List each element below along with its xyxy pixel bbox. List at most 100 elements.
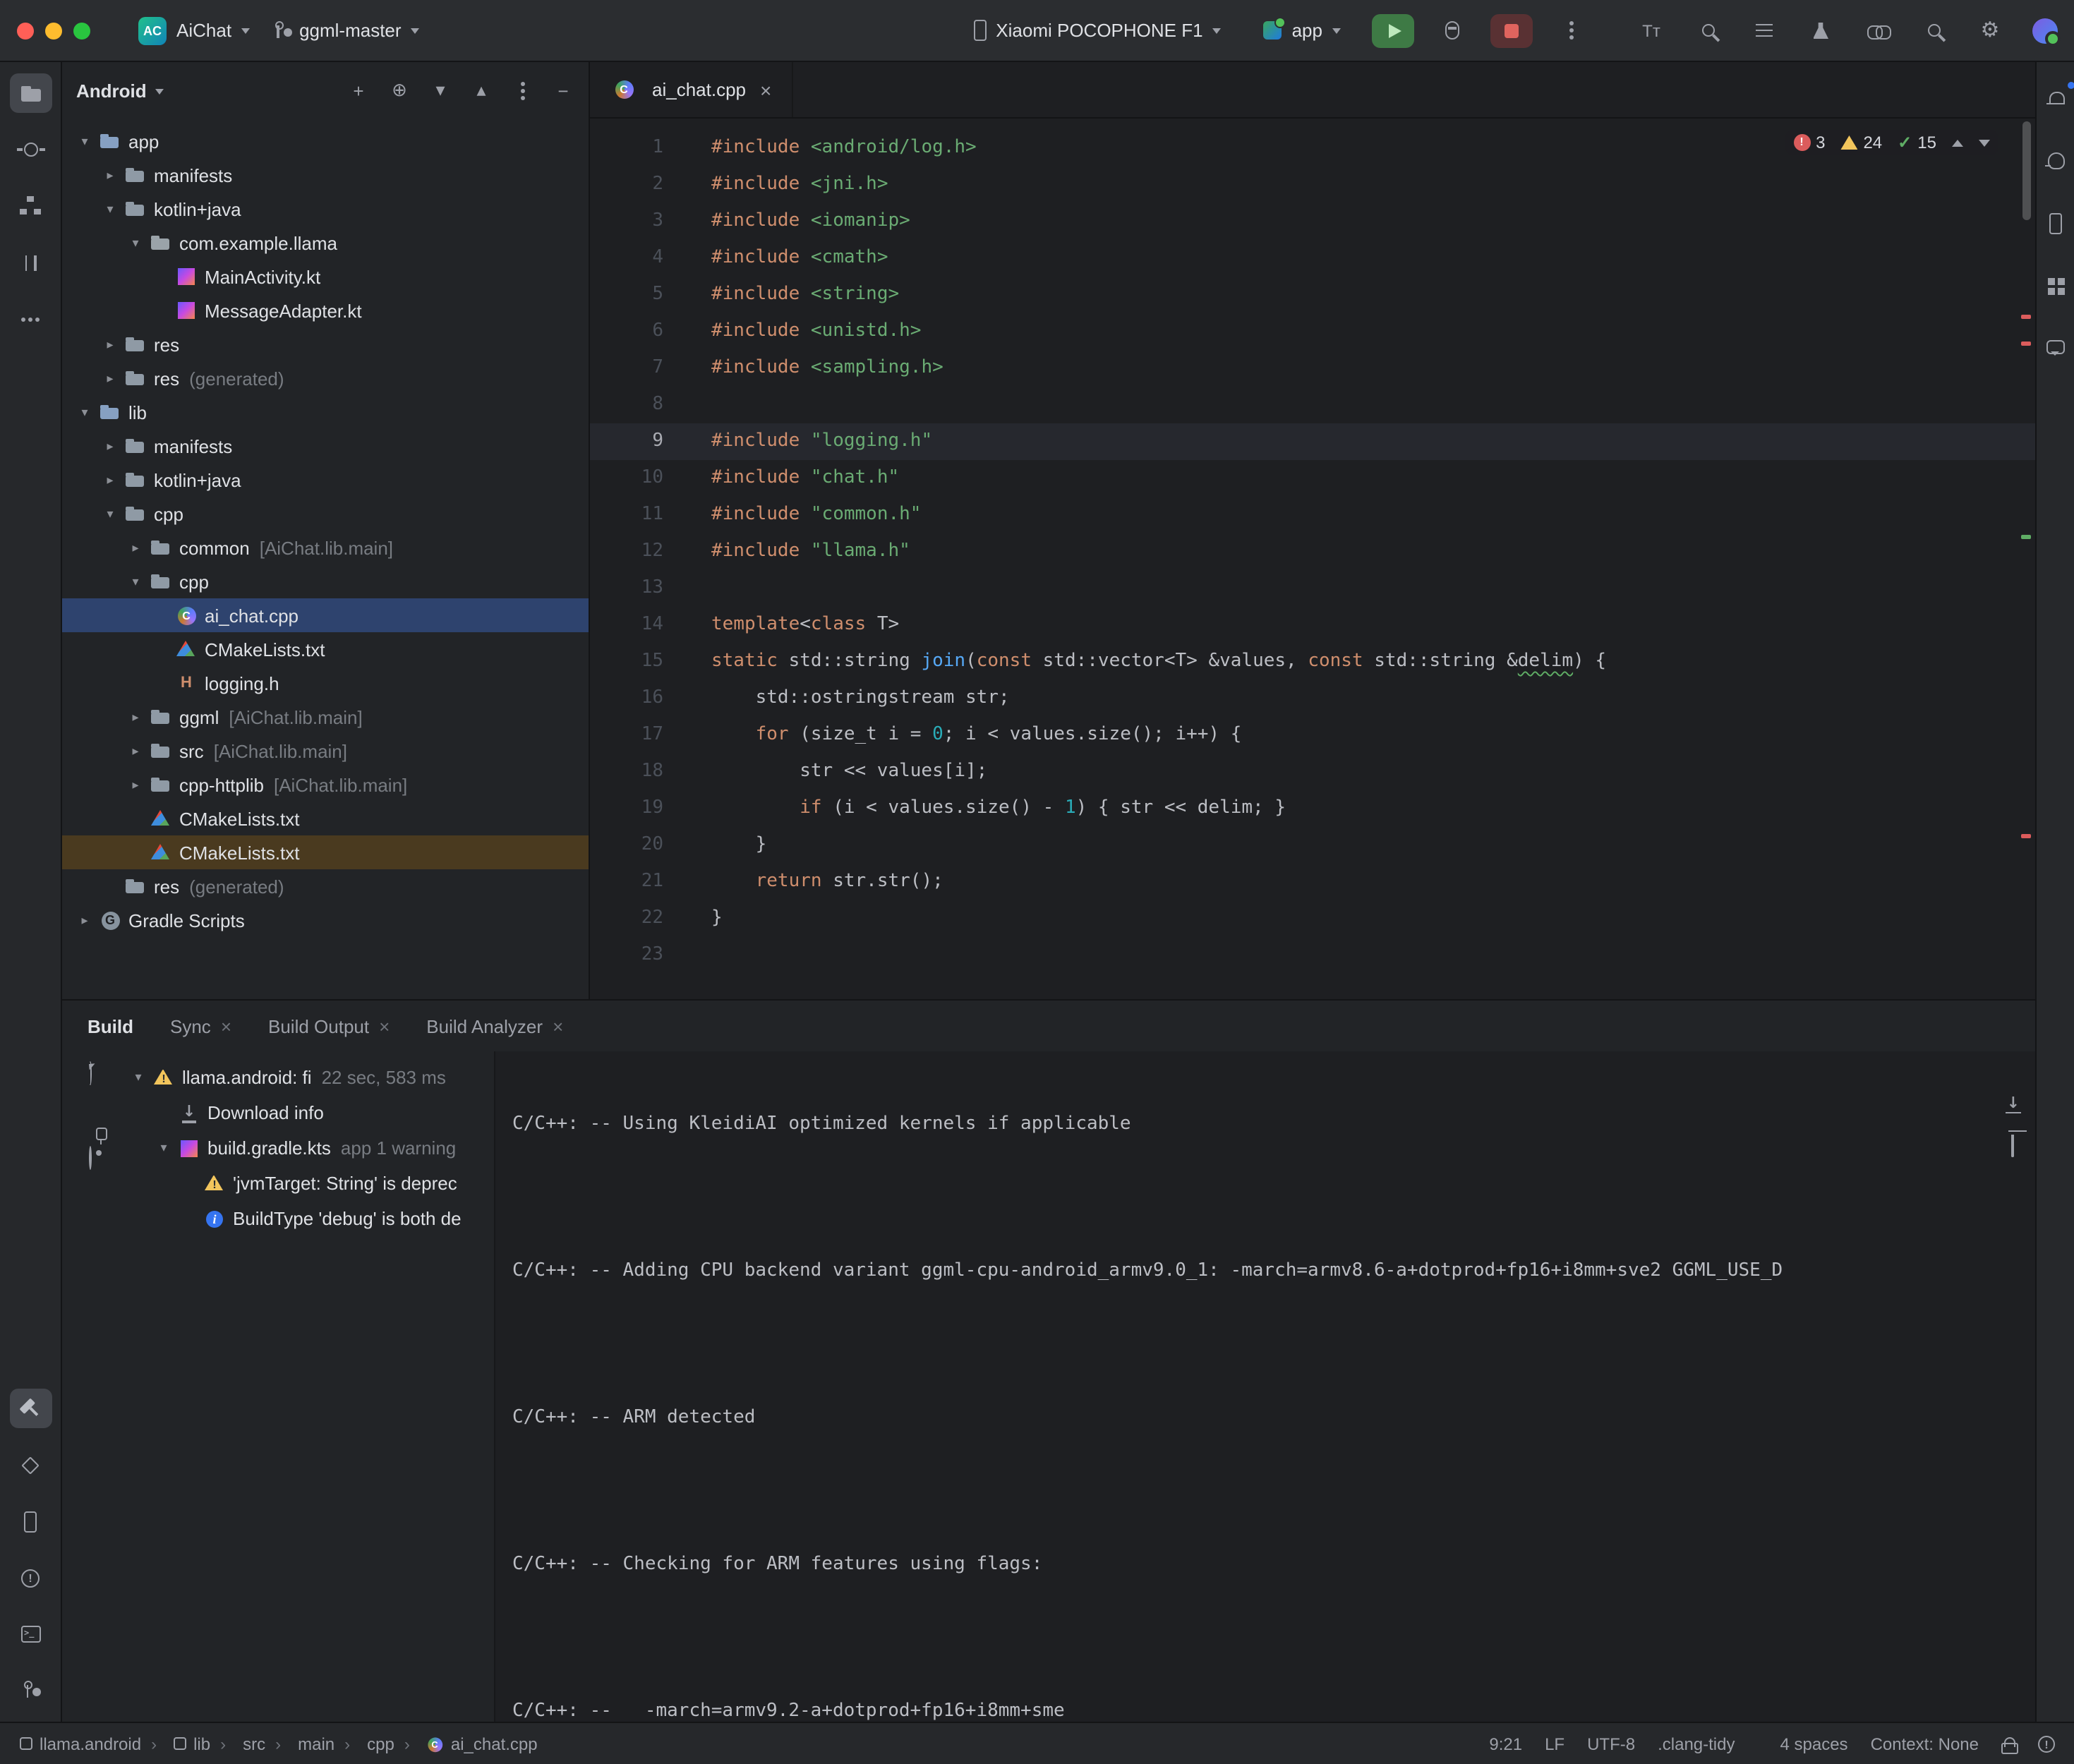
project-tree-item[interactable]: lib [62,395,589,429]
locate-file-button[interactable]: ⊕ [388,79,411,102]
editor-tab[interactable]: ai_chat.cpp × [590,62,792,117]
zoom-window-button[interactable] [73,22,90,39]
build-tree-item[interactable]: Download info [119,1095,494,1130]
close-tab-icon[interactable]: × [221,1015,231,1037]
tree-chevron-icon[interactable] [99,201,121,217]
scrollbar-error-mark[interactable] [2021,315,2031,319]
project-tree-item[interactable]: manifests [62,429,589,463]
line-number-gutter[interactable]: 16 [590,680,663,717]
project-tree-item[interactable]: res [62,327,589,361]
line-number-gutter[interactable]: 18 [590,754,663,790]
build-tab[interactable]: Sync × [170,1015,231,1037]
caret-position-widget[interactable]: 9:21 [1489,1734,1522,1753]
project-tree-item[interactable]: CMakeLists.txt [62,802,589,835]
line-number-gutter[interactable]: 6 [590,313,663,350]
device-manager-tool-button[interactable] [2034,203,2074,243]
line-number-gutter[interactable]: 7 [590,350,663,387]
context-widget[interactable]: Context: None [1871,1734,1979,1753]
tree-chevron-icon[interactable] [127,1070,150,1085]
run-button[interactable] [1372,13,1414,47]
tree-chevron-icon[interactable] [124,777,147,792]
tree-chevron-icon[interactable] [99,438,121,454]
line-number-gutter[interactable]: 11 [590,497,663,533]
line-number-gutter[interactable]: 17 [590,717,663,754]
run-configuration-selector[interactable]: app [1253,11,1352,50]
line-number-gutter[interactable]: 13 [590,570,663,607]
line-number-gutter[interactable]: 14 [590,607,663,644]
breadcrumb-item[interactable]: lib [141,1734,210,1753]
line-ending-widget[interactable]: LF [1545,1734,1564,1753]
debug-button[interactable] [1434,13,1471,47]
assistant-tool-button[interactable] [2034,327,2074,367]
project-tree-item[interactable]: Gradle Scripts [62,903,589,937]
line-number-gutter[interactable]: 10 [590,460,663,497]
build-tree-item[interactable]: 'jvmTarget: String' is deprec [119,1166,494,1201]
build-tool-button[interactable] [9,1389,52,1428]
encoding-widget[interactable]: UTF-8 [1587,1734,1635,1753]
tree-chevron-icon[interactable] [99,167,121,183]
gradle-tool-button[interactable] [2034,141,2074,181]
scrollbar-error-mark[interactable] [2021,342,2031,346]
line-number-gutter[interactable]: 15 [590,644,663,680]
more-run-actions-button[interactable] [1553,13,1589,47]
breadcrumb-item[interactable]: src [210,1734,265,1753]
clang-tidy-widget[interactable]: .clang-tidy [1658,1734,1735,1753]
search-actions-icon[interactable] [1694,16,1722,44]
next-problem-icon[interactable] [1979,139,1990,146]
build-tab[interactable]: Build Output × [268,1015,390,1037]
project-tree-item[interactable]: CMakeLists.txt [62,632,589,666]
project-tree-item[interactable]: CMakeLists.txt [62,835,589,869]
tree-chevron-icon[interactable] [99,337,121,352]
project-tree-item[interactable]: logging.h [62,666,589,700]
inspection-status-icon[interactable] [2038,1735,2055,1752]
project-tree-item[interactable]: MessageAdapter.kt [62,294,589,327]
search-everywhere-icon[interactable] [1919,16,1948,44]
scrollbar-error-mark[interactable] [2021,834,2031,838]
branch-selector[interactable]: ggml-master [261,11,431,50]
project-tree-item[interactable]: kotlin+java [62,463,589,497]
more-tool-windows-button[interactable] [9,299,52,339]
notifications-button[interactable] [2034,79,2074,119]
project-tree-item[interactable]: res (generated) [62,869,589,903]
link-icon[interactable] [1863,16,1891,44]
tree-chevron-icon[interactable] [124,743,147,759]
project-tree-item[interactable]: manifests [62,158,589,192]
project-selector[interactable]: AC AiChat [127,11,261,50]
device-explorer-tool-button[interactable] [9,1502,52,1541]
previous-problem-icon[interactable] [1952,139,1963,146]
line-number-gutter[interactable]: 23 [590,937,663,974]
commit-tool-button[interactable] [9,130,52,169]
project-tool-button[interactable] [9,73,52,113]
project-tree-item[interactable]: kotlin+java [62,192,589,226]
packages-tool-button[interactable] [9,1445,52,1485]
settings-gear-icon[interactable]: ⚙ [1976,16,2004,44]
line-number-gutter[interactable]: 20 [590,827,663,864]
tree-chevron-icon[interactable] [73,133,96,149]
line-number-gutter[interactable]: 5 [590,277,663,313]
add-button[interactable]: + [347,79,370,102]
line-number-gutter[interactable]: 8 [590,387,663,423]
more-options-button[interactable] [511,79,533,102]
project-tree-item[interactable]: src [AiChat.lib.main] [62,734,589,768]
lock-icon[interactable] [2001,1736,2015,1753]
project-tree-item[interactable]: app [62,124,589,158]
version-control-tool-button[interactable] [9,1671,52,1710]
user-avatar[interactable] [2032,18,2058,43]
terminal-tool-button[interactable] [9,1614,52,1654]
tree-chevron-icon[interactable] [73,404,96,420]
project-tree-item[interactable]: MainActivity.kt [62,260,589,294]
close-window-button[interactable] [17,22,34,39]
minimize-window-button[interactable] [45,22,62,39]
project-tree-item[interactable]: com.example.llama [62,226,589,260]
tree-chevron-icon[interactable] [124,235,147,250]
line-number-gutter[interactable]: 3 [590,203,663,240]
breadcrumb-item[interactable]: llama.android [20,1734,141,1753]
line-number-gutter[interactable]: 4 [590,240,663,277]
build-tree-item[interactable]: build.gradle.kts app 1 warning [119,1130,494,1166]
line-number-gutter[interactable]: 1 [590,130,663,167]
problems-tool-button[interactable] [9,1558,52,1597]
project-tree-item[interactable]: ggml [AiChat.lib.main] [62,700,589,734]
scroll-to-end-button[interactable]: ↓ [2006,1091,2021,1112]
tree-chevron-icon[interactable] [99,370,121,386]
tree-chevron-icon[interactable] [124,540,147,555]
